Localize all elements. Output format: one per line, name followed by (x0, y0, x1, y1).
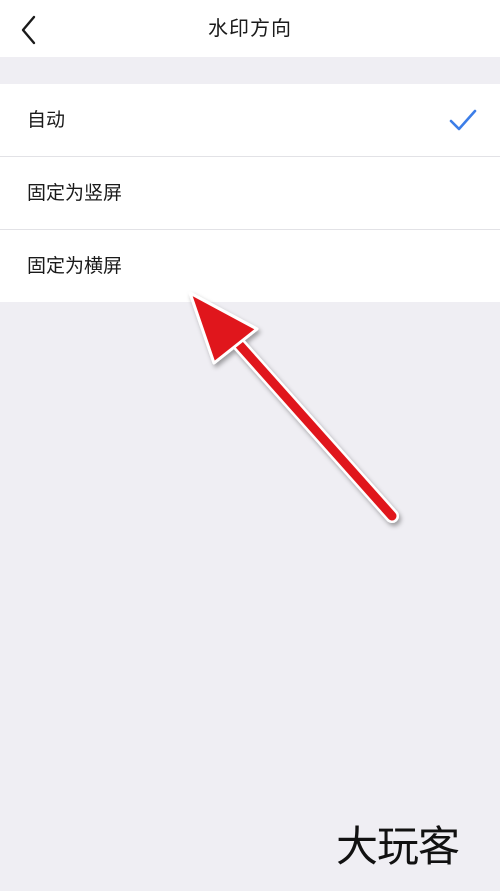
option-label: 固定为横屏 (27, 255, 123, 277)
option-label: 自动 (27, 109, 66, 131)
option-portrait[interactable]: 固定为竖屏 (0, 157, 500, 229)
page-title: 水印方向 (208, 16, 292, 40)
option-label: 固定为竖屏 (27, 182, 123, 204)
options-list: 自动 固定为竖屏 固定为横屏 (0, 84, 500, 302)
checkmark-icon (449, 109, 477, 131)
watermark-logo: 大玩客 (336, 822, 460, 871)
option-landscape[interactable]: 固定为横屏 (0, 230, 500, 302)
option-auto[interactable]: 自动 (0, 84, 500, 156)
navigation-bar: 水印方向 (0, 0, 500, 57)
